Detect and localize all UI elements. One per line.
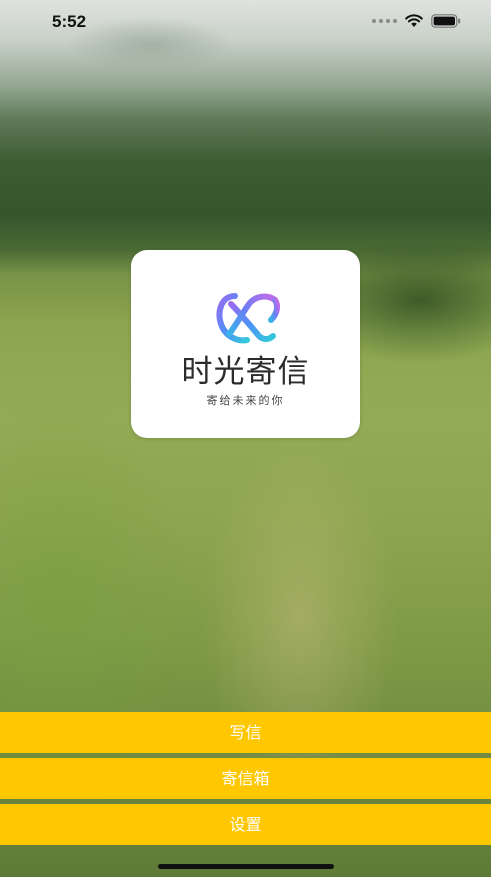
home-indicator[interactable] xyxy=(158,864,334,869)
write-letter-button[interactable]: 写信 xyxy=(0,712,491,753)
settings-button[interactable]: 设置 xyxy=(0,804,491,845)
app-slogan: 寄给未来的你 xyxy=(206,394,285,407)
status-bar: 5:52 xyxy=(0,0,491,46)
battery-icon xyxy=(431,14,461,28)
status-time: 5:52 xyxy=(52,12,87,31)
mailbox-button[interactable]: 寄信箱 xyxy=(0,758,491,799)
app-screen: 5:52 时光寄信 寄给未来的你 写信 寄信箱 设置 xyxy=(0,0,491,877)
status-icons xyxy=(372,14,461,28)
app-name: 时光寄信 xyxy=(181,354,310,390)
app-logo-card: 时光寄信 寄给未来的你 xyxy=(131,250,360,438)
signal-dots-icon xyxy=(372,19,397,23)
wifi-icon xyxy=(405,14,423,27)
stylized-x-logo-icon xyxy=(216,293,281,344)
